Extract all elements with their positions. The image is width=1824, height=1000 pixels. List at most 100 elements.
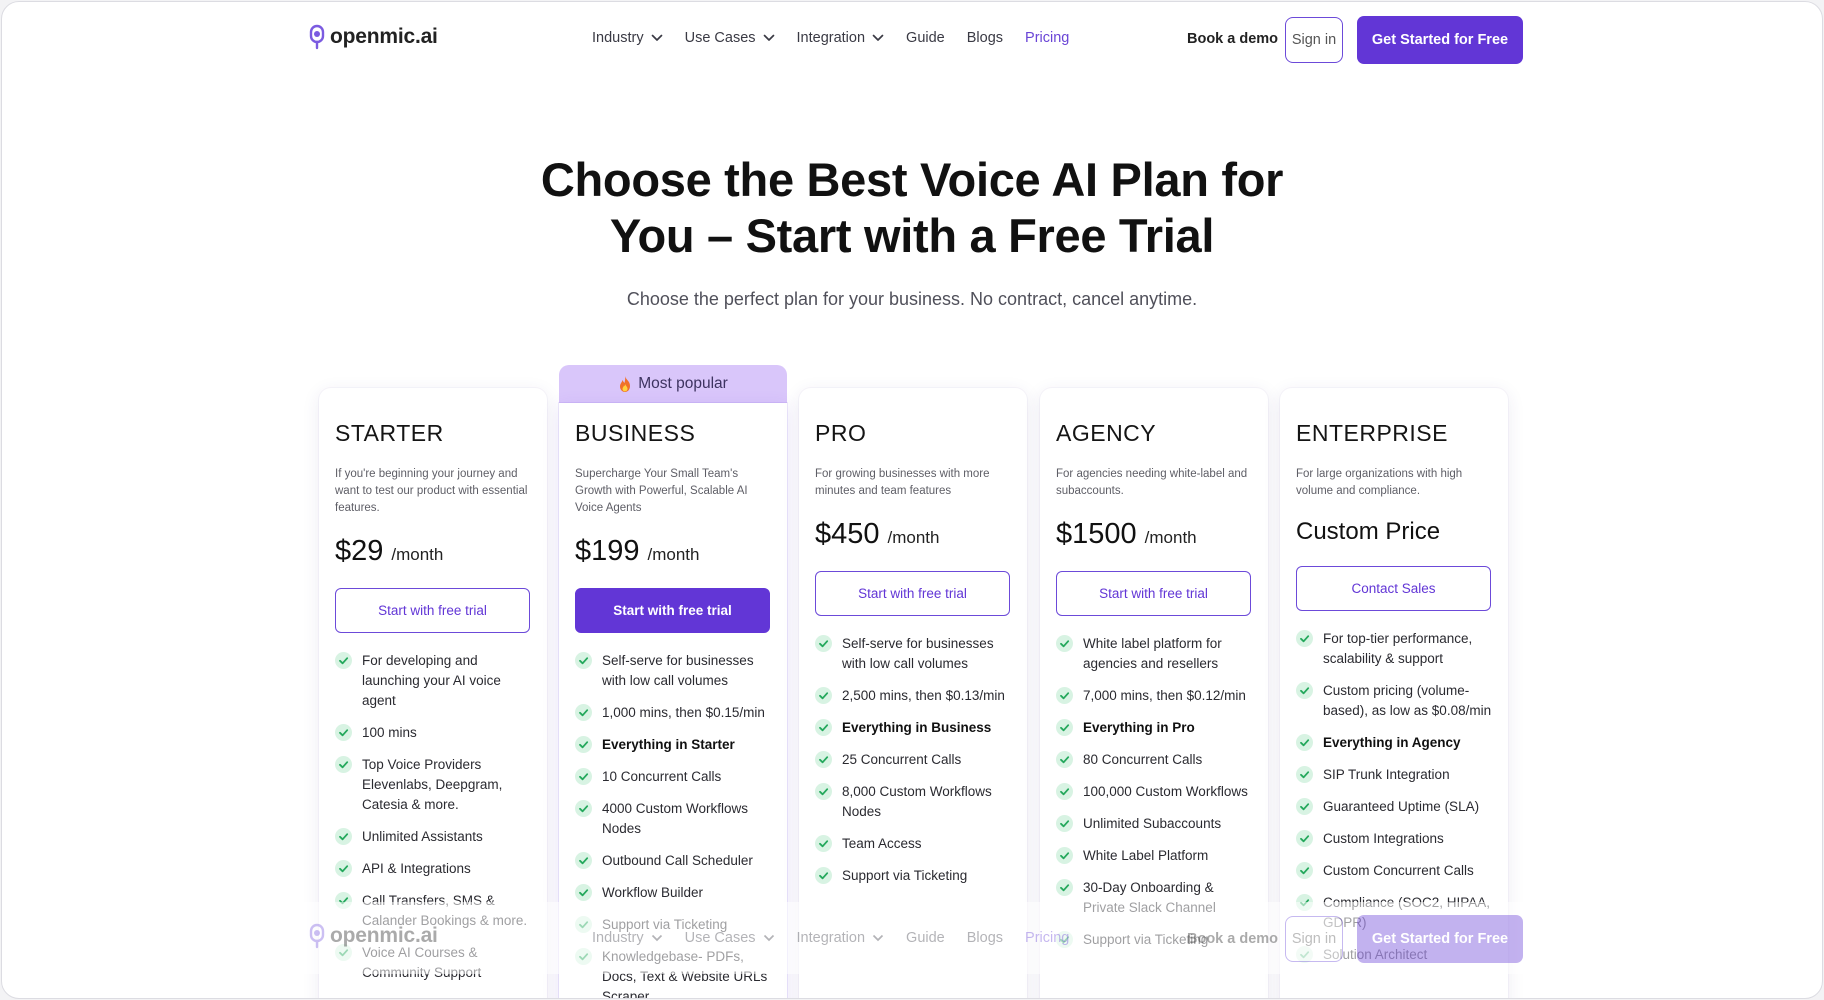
chevron-down-icon bbox=[651, 934, 662, 942]
feature-item: API & Integrations bbox=[335, 859, 533, 879]
feature-text: Self-serve for businesses with low call … bbox=[602, 653, 754, 688]
feature-item: 1,000 mins, then $0.15/min bbox=[575, 703, 773, 723]
nav-item-guide[interactable]: Guide bbox=[906, 30, 945, 46]
check-icon bbox=[1296, 733, 1313, 753]
check-icon bbox=[815, 686, 832, 706]
chevron-down-icon bbox=[763, 934, 774, 942]
feature-text: White label platform for agencies and re… bbox=[1083, 636, 1222, 671]
plan-card-content: AGENCY For agencies needing white-label a… bbox=[1056, 420, 1254, 962]
logo[interactable]: openmic.ai bbox=[308, 923, 438, 949]
check-icon bbox=[1296, 861, 1313, 881]
nav-item-use-cases[interactable]: Use Cases bbox=[685, 930, 775, 946]
check-icon bbox=[1056, 846, 1073, 866]
nav-item-pricing[interactable]: Pricing bbox=[1025, 30, 1069, 46]
feature-item: 4000 Custom Workflows Nodes bbox=[575, 799, 773, 839]
nav-item-pricing[interactable]: Pricing bbox=[1025, 930, 1069, 946]
fire-icon bbox=[620, 376, 631, 392]
plan-price: $199 /month bbox=[575, 535, 773, 568]
check-icon bbox=[1056, 750, 1073, 770]
feature-item: White label platform for agencies and re… bbox=[1056, 634, 1254, 674]
nav-item-use-cases[interactable]: Use Cases bbox=[685, 30, 775, 46]
feature-item: Self-serve for businesses with low call … bbox=[575, 651, 773, 691]
feature-text: Workflow Builder bbox=[602, 885, 704, 900]
feature-text: 8,000 Custom Workflows Nodes bbox=[842, 784, 992, 819]
check-icon bbox=[815, 634, 832, 674]
plan-price: $29 /month bbox=[335, 535, 533, 568]
feature-text: 7,000 mins, then $0.12/min bbox=[1083, 688, 1246, 703]
feature-item: Self-serve for businesses with low call … bbox=[815, 634, 1013, 674]
feature-text: 25 Concurrent Calls bbox=[842, 752, 962, 767]
feature-text: Everything in Pro bbox=[1083, 720, 1195, 735]
feature-text: Self-serve for businesses with low call … bbox=[842, 636, 994, 671]
check-icon bbox=[575, 703, 592, 723]
check-icon bbox=[1296, 829, 1313, 849]
feature-item: Outbound Call Scheduler bbox=[575, 851, 773, 871]
book-demo-link[interactable]: Book a demo bbox=[1187, 31, 1278, 47]
feature-text: Custom Integrations bbox=[1323, 831, 1444, 846]
start-free-trial-button[interactable]: Start with free trial bbox=[1056, 571, 1251, 616]
start-free-trial-button[interactable]: Start with free trial bbox=[335, 588, 530, 633]
check-icon bbox=[1296, 765, 1313, 785]
price-amount: $1500 bbox=[1056, 518, 1137, 550]
check-icon bbox=[1296, 629, 1313, 669]
feature-text: 100 mins bbox=[362, 725, 417, 740]
feature-text: 2,500 mins, then $0.13/min bbox=[842, 688, 1005, 703]
nav-item-industry[interactable]: Industry bbox=[592, 930, 663, 946]
feature-list: Self-serve for businesses with low call … bbox=[815, 634, 1013, 886]
feature-item: Everything in Agency bbox=[1296, 733, 1494, 753]
feature-item: For top-tier performance, scalability & … bbox=[1296, 629, 1494, 669]
nav-item-blogs[interactable]: Blogs bbox=[967, 30, 1003, 46]
price-amount: $450 bbox=[815, 518, 880, 550]
plan-name: PRO bbox=[815, 420, 867, 446]
feature-item: Custom pricing (volume-based), as low as… bbox=[1296, 681, 1494, 721]
feature-text: 10 Concurrent Calls bbox=[602, 769, 722, 784]
feature-text: SIP Trunk Integration bbox=[1323, 767, 1450, 782]
logo-text: openmic.ai bbox=[330, 924, 438, 947]
book-demo-link[interactable]: Book a demo bbox=[1187, 931, 1278, 947]
page-subtitle: Choose the perfect plan for your busines… bbox=[626, 289, 1198, 309]
chevron-down-icon bbox=[763, 34, 774, 41]
start-free-trial-button[interactable]: Start with free trial bbox=[575, 588, 770, 633]
nav-item-label: Guide bbox=[906, 930, 945, 946]
feature-text: For developing and launching your AI voi… bbox=[362, 653, 501, 708]
price-period: /month bbox=[887, 528, 940, 547]
nav-item-blogs[interactable]: Blogs bbox=[967, 930, 1003, 946]
chevron-down-icon bbox=[651, 34, 662, 41]
feature-text: White Label Platform bbox=[1083, 848, 1209, 863]
nav-item-integration[interactable]: Integration bbox=[797, 930, 885, 946]
feature-text: Everything in Starter bbox=[602, 737, 735, 752]
check-icon bbox=[1056, 718, 1073, 738]
check-icon bbox=[575, 735, 592, 755]
chevron-down-icon bbox=[872, 934, 884, 942]
sign-in-button[interactable]: Sign in bbox=[1285, 916, 1343, 962]
nav-item-industry[interactable]: Industry bbox=[592, 30, 663, 46]
nav-links: Industry Use Cases Integration Guide Blo… bbox=[592, 930, 1069, 946]
plan-name: AGENCY bbox=[1056, 420, 1157, 446]
sign-in-button[interactable]: Sign in bbox=[1285, 17, 1343, 63]
feature-item: Everything in Business bbox=[815, 718, 1013, 738]
price-period: /month bbox=[391, 545, 444, 564]
start-free-trial-button[interactable]: Start with free trial bbox=[815, 571, 1010, 616]
feature-text: Custom pricing (volume-based), as low as… bbox=[1323, 683, 1492, 718]
feature-text: Support via Ticketing bbox=[842, 868, 968, 883]
nav-item-guide[interactable]: Guide bbox=[906, 930, 945, 946]
logo[interactable]: openmic.ai bbox=[308, 24, 438, 50]
check-icon bbox=[335, 859, 352, 879]
check-icon bbox=[815, 866, 832, 886]
logo-mic-icon bbox=[309, 923, 325, 949]
feature-item: 10 Concurrent Calls bbox=[575, 767, 773, 787]
feature-text: Everything in Business bbox=[842, 720, 992, 735]
check-icon bbox=[335, 755, 352, 815]
check-icon bbox=[575, 799, 592, 839]
nav-item-label: Use Cases bbox=[684, 30, 756, 46]
top-nav: openmic.ai Industry Use Cases Integratio… bbox=[2, 2, 1822, 78]
check-icon bbox=[335, 723, 352, 743]
contact-sales-button[interactable]: Contact Sales bbox=[1296, 566, 1491, 611]
feature-text: Team Access bbox=[842, 836, 922, 851]
feature-item: 80 Concurrent Calls bbox=[1056, 750, 1254, 770]
check-icon bbox=[1296, 797, 1313, 817]
get-started-button[interactable]: Get Started for Free bbox=[1357, 16, 1523, 64]
plan-price: $450 /month bbox=[815, 518, 1013, 551]
nav-item-integration[interactable]: Integration bbox=[797, 30, 885, 46]
get-started-button[interactable]: Get Started for Free bbox=[1357, 915, 1523, 963]
